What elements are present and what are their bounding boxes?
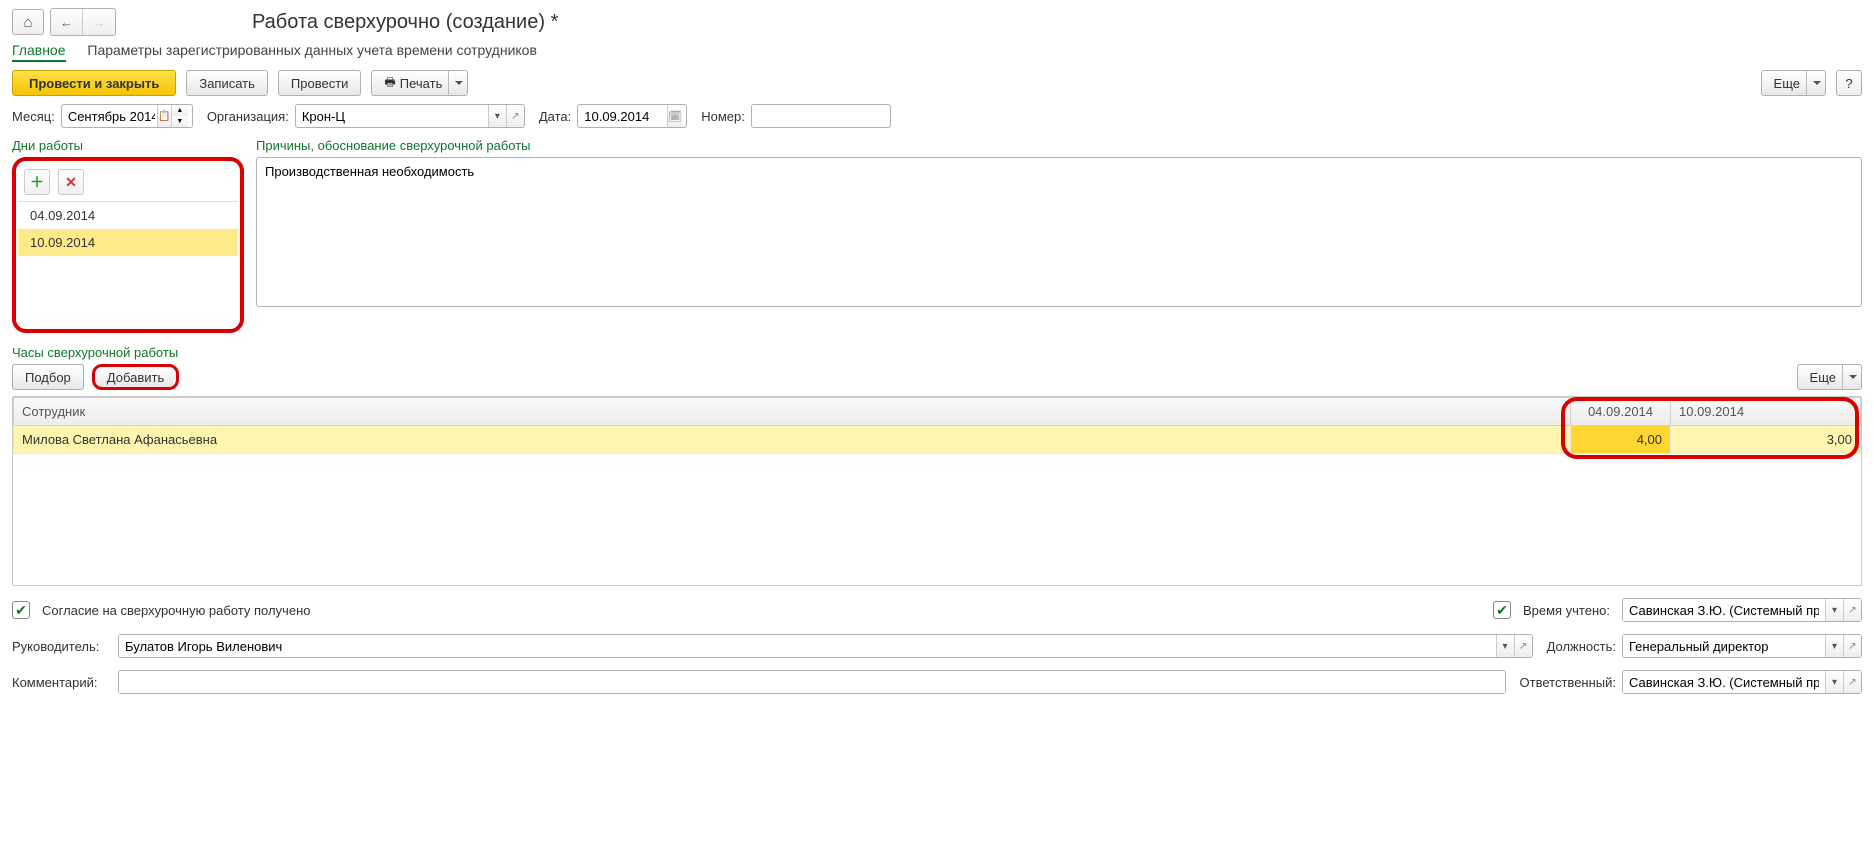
arrow-left-icon: [60, 15, 73, 30]
nav-back-button[interactable]: [51, 9, 83, 35]
help-button[interactable]: ?: [1836, 70, 1862, 96]
hours-more-caret[interactable]: [1842, 365, 1857, 389]
position-input[interactable]: ▾: [1622, 634, 1862, 658]
month-label: Месяц:: [12, 109, 55, 124]
time-person-open[interactable]: [1843, 599, 1861, 621]
org-dropdown[interactable]: ▾: [488, 105, 506, 127]
org-input[interactable]: ▾: [295, 104, 525, 128]
manager-dropdown[interactable]: ▾: [1496, 635, 1514, 657]
position-value[interactable]: [1623, 635, 1825, 657]
manager-open[interactable]: [1514, 635, 1532, 657]
tab-main[interactable]: Главное: [12, 42, 66, 62]
home-icon: [23, 14, 32, 31]
print-dropdown-caret[interactable]: [448, 71, 463, 95]
cell-hours-2[interactable]: 3,00: [1671, 426, 1861, 454]
post-and-close-button[interactable]: Провести и закрыть: [12, 70, 176, 96]
month-spinner: ▲ ▼: [171, 105, 188, 127]
reason-title: Причины, обоснование сверхурочной работы: [256, 138, 1862, 153]
time-person-dropdown[interactable]: ▾: [1825, 599, 1843, 621]
responsible-dropdown[interactable]: ▾: [1825, 671, 1843, 693]
days-list: 04.09.2014 10.09.2014: [18, 201, 238, 256]
consent-checkbox[interactable]: ✔: [12, 601, 30, 619]
col-date-2[interactable]: 10.09.2014: [1671, 398, 1861, 426]
responsible-label: Ответственный:: [1520, 675, 1616, 690]
position-label: Должность:: [1547, 639, 1616, 654]
calendar-icon[interactable]: [667, 105, 682, 127]
responsible-input[interactable]: ▾: [1622, 670, 1862, 694]
number-value[interactable]: [756, 108, 886, 125]
month-up[interactable]: ▲: [172, 105, 188, 116]
date-value[interactable]: [582, 108, 667, 125]
comment-input[interactable]: [118, 670, 1506, 694]
col-date-1[interactable]: 04.09.2014: [1571, 398, 1671, 426]
reason-textarea[interactable]: [256, 157, 1862, 307]
time-accounted-checkbox[interactable]: ✔: [1493, 601, 1511, 619]
position-open[interactable]: [1843, 635, 1861, 657]
day-item[interactable]: 04.09.2014: [18, 202, 238, 229]
consent-label: Согласие на сверхурочную работу получено: [42, 603, 310, 618]
manager-input[interactable]: ▾: [118, 634, 1533, 658]
org-label: Организация:: [207, 109, 289, 124]
page-title: Работа сверхурочно (создание) *: [252, 11, 558, 34]
responsible-value[interactable]: [1623, 671, 1825, 693]
month-value[interactable]: [66, 108, 157, 125]
tab-bar: Главное Параметры зарегистрированных дан…: [12, 42, 1862, 62]
number-input[interactable]: [751, 104, 891, 128]
nav-forward-button[interactable]: [83, 9, 115, 35]
manager-value[interactable]: [119, 635, 1496, 657]
add-day-button[interactable]: ＋: [24, 169, 50, 195]
date-input[interactable]: [577, 104, 687, 128]
comment-value[interactable]: [119, 671, 1505, 693]
days-panel: ＋ ✕ 04.09.2014 10.09.2014: [12, 157, 244, 333]
write-button[interactable]: Записать: [186, 70, 268, 96]
time-person-input[interactable]: ▾: [1622, 598, 1862, 622]
time-person-value[interactable]: [1623, 599, 1825, 621]
position-dropdown[interactable]: ▾: [1825, 635, 1843, 657]
hours-more-label: Еще: [1810, 370, 1836, 385]
day-item[interactable]: 10.09.2014: [18, 229, 238, 256]
date-label: Дата:: [539, 109, 571, 124]
print-label: Печать: [400, 76, 443, 91]
more-label: Еще: [1774, 76, 1800, 91]
hours-more-button[interactable]: Еще: [1797, 364, 1862, 390]
tab-params[interactable]: Параметры зарегистрированных данных учет…: [87, 42, 537, 58]
cell-hours-1[interactable]: 4,00: [1571, 426, 1671, 454]
x-icon: ✕: [65, 174, 77, 191]
manager-label: Руководитель:: [12, 639, 112, 654]
more-button[interactable]: Еще: [1761, 70, 1826, 96]
month-input[interactable]: 📋 ▲ ▼: [61, 104, 193, 128]
hours-table-wrap: Сотрудник 04.09.2014 10.09.2014 Милова С…: [12, 396, 1862, 586]
comment-label: Комментарий:: [12, 675, 112, 690]
home-button[interactable]: [12, 9, 44, 35]
table-row[interactable]: Милова Светлана Афанасьевна 4,00 3,00: [14, 426, 1861, 454]
cell-employee[interactable]: Милова Светлана Афанасьевна: [14, 426, 1571, 454]
hours-table: Сотрудник 04.09.2014 10.09.2014 Милова С…: [13, 397, 1861, 454]
hours-title: Часы сверхурочной работы: [12, 345, 1862, 360]
plus-icon: ＋: [30, 172, 44, 192]
days-title: Дни работы: [12, 138, 244, 153]
printer-icon: [384, 73, 399, 94]
print-button[interactable]: Печать: [371, 70, 468, 96]
month-down[interactable]: ▼: [172, 116, 188, 127]
post-button[interactable]: Провести: [278, 70, 362, 96]
number-label: Номер:: [701, 109, 745, 124]
col-employee[interactable]: Сотрудник: [14, 398, 1571, 426]
responsible-open[interactable]: [1843, 671, 1861, 693]
time-accounted-label: Время учтено:: [1523, 603, 1610, 618]
org-open-icon[interactable]: [506, 105, 524, 127]
pick-button[interactable]: Подбор: [12, 364, 84, 390]
org-value[interactable]: [296, 105, 488, 127]
add-row-button[interactable]: Добавить: [92, 364, 179, 390]
more-caret[interactable]: [1806, 71, 1821, 95]
arrow-right-icon: [93, 15, 106, 30]
delete-day-button[interactable]: ✕: [58, 169, 84, 195]
month-picker-icon[interactable]: 📋: [157, 105, 171, 127]
nav-arrows: [50, 8, 116, 36]
